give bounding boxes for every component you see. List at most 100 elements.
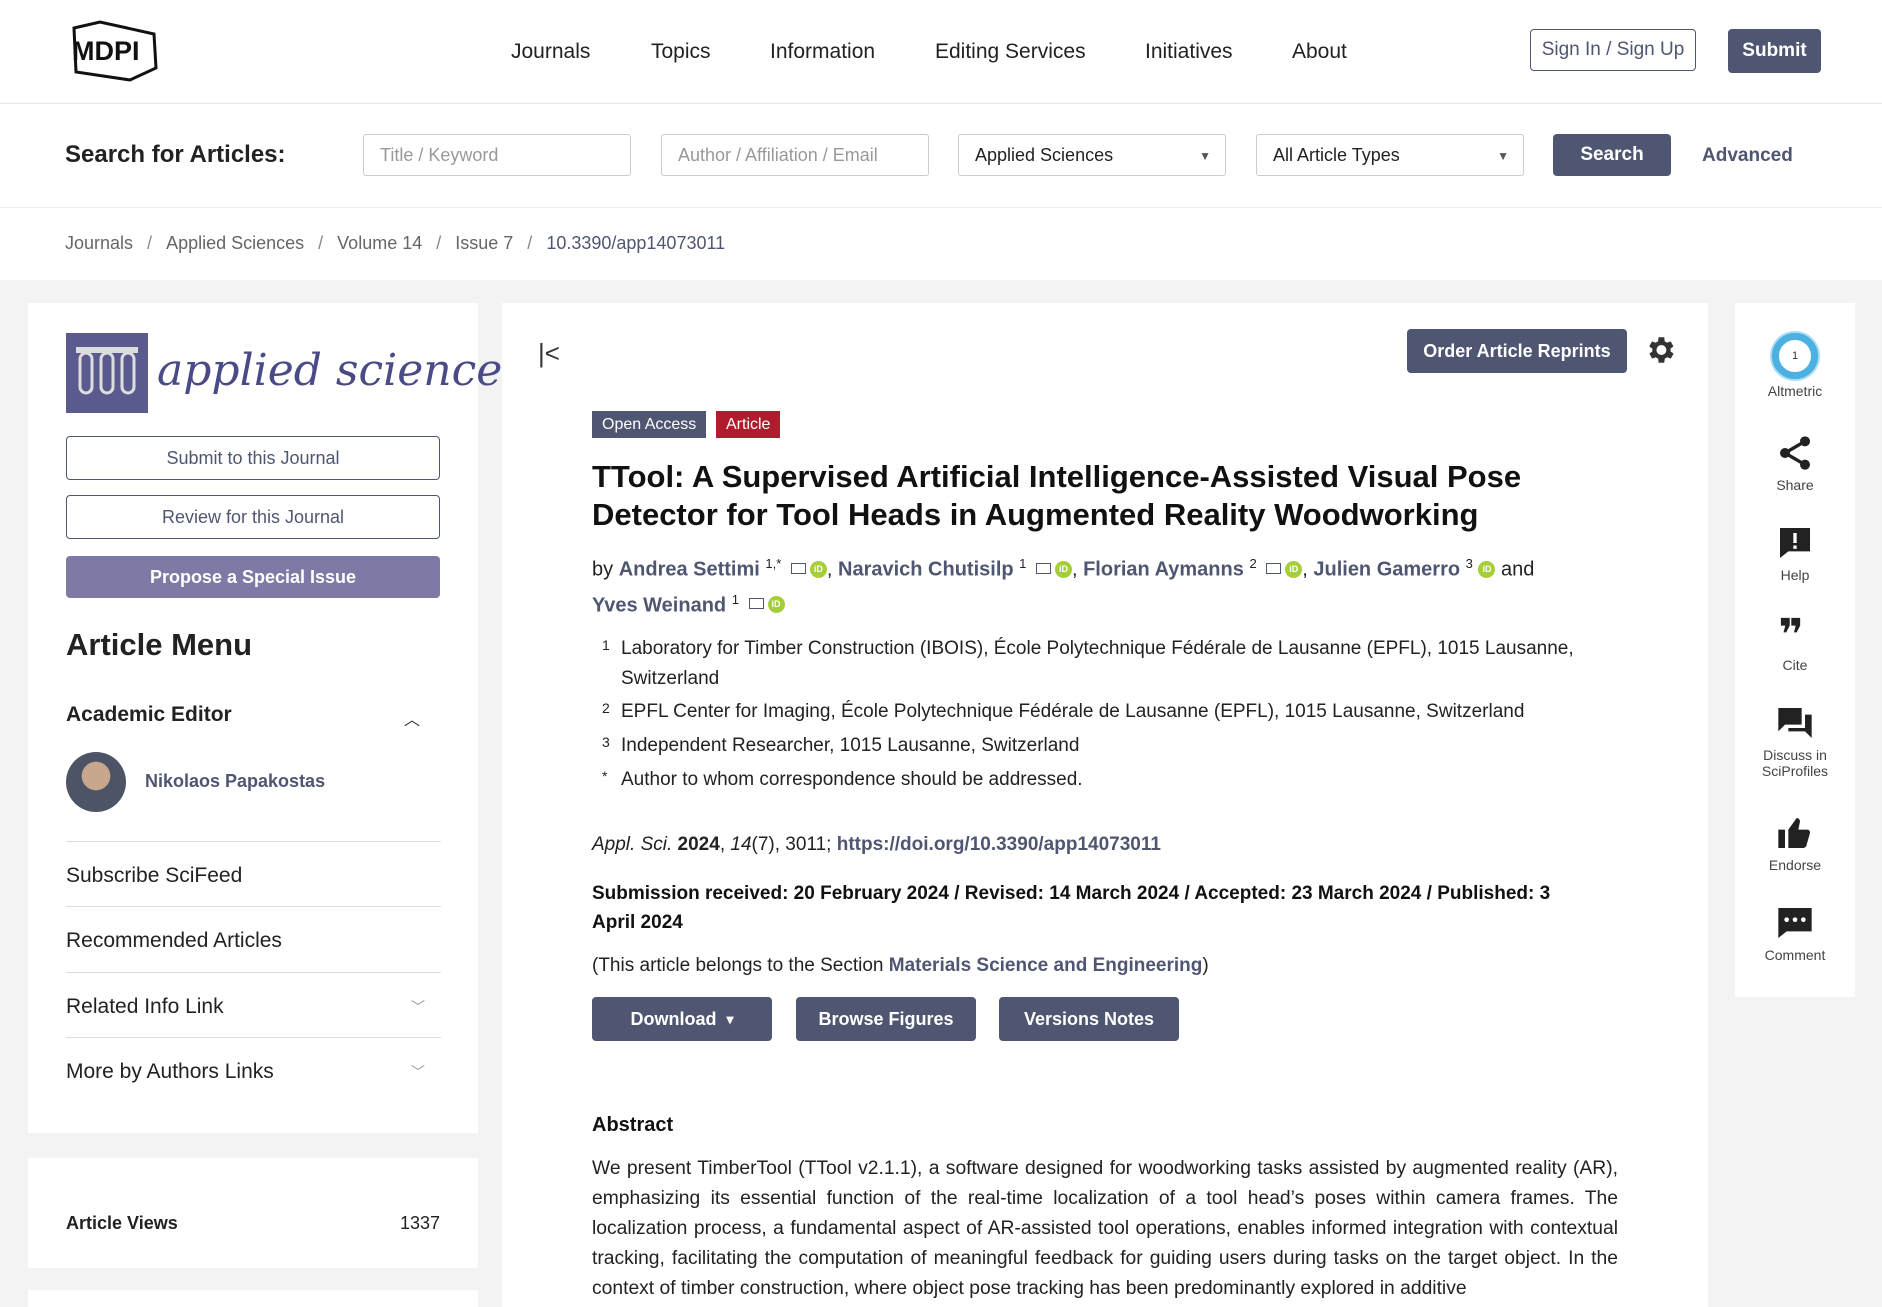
mail-icon[interactable] [1035, 562, 1051, 574]
review-for-journal-button[interactable]: Review for this Journal [66, 495, 440, 539]
affiliation-num: 3 [602, 734, 610, 750]
citation-issue: (7), 3011; [751, 834, 837, 855]
breadcrumb: Journals / Applied Sciences / Volume 14/Issu… [65, 233, 726, 253]
browse-figures-button[interactable]: Browse Figures [796, 997, 976, 1041]
abstract-text: We present TimberTool (TTool v2.1.1), a … [592, 1158, 1618, 1299]
help-label: Help [1780, 567, 1810, 583]
article-menu-title: Article Menu [66, 627, 253, 662]
mail-icon[interactable] [1266, 562, 1282, 574]
nav-editing-services[interactable]: Editing Services [935, 40, 1086, 64]
article-dates: Submission received: 20 February 2024 / … [592, 883, 1551, 933]
breadcrumb-issue[interactable]: Issue 7 [455, 233, 513, 253]
menu-subscribe-scifeed[interactable]: Subscribe SciFeed [66, 841, 441, 905]
journal-logo-icon[interactable] [66, 333, 148, 413]
menu-item-label: More by Authors Links [66, 1060, 274, 1083]
download-button[interactable]: Download ▾ [592, 997, 772, 1041]
mail-icon[interactable] [790, 562, 806, 574]
author-link[interactable]: Andrea Settimi [619, 559, 760, 581]
author-list: by Andrea Settimi 1,* iD, Naravich Chuti… [592, 556, 1535, 617]
menu-recommended-articles[interactable]: Recommended Articles [66, 906, 441, 970]
mdpi-logo[interactable]: MDPI [64, 20, 164, 82]
altmetric-widget[interactable]: 1 Altmetric [1735, 333, 1855, 399]
quote-icon: ❞ [1778, 613, 1803, 653]
editor-name[interactable]: Nikolaos Papakostas [145, 771, 325, 792]
article-views-value: 1337 [400, 1213, 441, 1233]
article-title: TTool: A Supervised Artificial Intellige… [592, 459, 1522, 532]
by-label: by [592, 558, 614, 581]
menu-item-label: Recommended Articles [66, 929, 282, 952]
article-type-select[interactable]: All Article Types ▼ [1256, 134, 1524, 176]
affiliation-num: * [602, 768, 608, 784]
citation-line: Appl. Sci. 2024, 14(7), 3011; https://do… [592, 834, 1161, 855]
orcid-icon[interactable]: iD [1478, 560, 1496, 578]
propose-special-issue-button[interactable]: Propose a Special Issue [66, 556, 440, 598]
academic-editor-header[interactable]: Academic Editor [66, 703, 232, 727]
endorse-button[interactable]: Endorse [1735, 813, 1855, 873]
submit-to-journal-button[interactable]: Submit to this Journal [66, 436, 440, 480]
orcid-icon[interactable]: iD [1054, 560, 1072, 578]
breadcrumb-doi[interactable]: 10.3390/app14073011 [546, 233, 725, 253]
article-type-badge: Article [716, 411, 781, 438]
author-link[interactable]: Naravich Chutisilp [838, 559, 1014, 581]
mail-icon[interactable] [748, 598, 764, 610]
breadcrumb-volume[interactable]: Volume 14 [337, 233, 422, 253]
comment-button[interactable]: Comment [1735, 903, 1855, 963]
editor-avatar [66, 752, 126, 812]
share-icon [1780, 436, 1810, 470]
affiliation: 1 Laboratory for Timber Construction (IBO… [602, 634, 1642, 694]
share-label: Share [1776, 477, 1814, 493]
orcid-icon[interactable]: iD [767, 596, 785, 614]
author-sup: 2 [1249, 556, 1257, 571]
doi-link[interactable]: https://doi.org/10.3390/app14073011 [837, 834, 1161, 855]
abstract-heading: Abstract [592, 1114, 674, 1136]
section-link[interactable]: Materials Science and Engineering [889, 955, 1203, 976]
advanced-search-link[interactable]: Advanced [1702, 145, 1793, 167]
sign-in-button[interactable]: Sign In / Sign Up [1530, 29, 1696, 71]
author-link[interactable]: Julien Gamerro [1313, 559, 1460, 581]
nav-journals[interactable]: Journals [511, 40, 590, 64]
citation-year: 2024 [677, 834, 720, 855]
journal-select[interactable]: Applied Sciences ▼ [958, 134, 1226, 176]
nav-about[interactable]: About [1292, 40, 1347, 64]
nav-initiatives[interactable]: Initiatives [1145, 40, 1233, 64]
nav-information[interactable]: Information [770, 40, 875, 64]
author-sup: 1 [1019, 556, 1027, 571]
breadcrumb-journal[interactable]: Applied Sciences [166, 233, 304, 253]
svg-text:❞: ❞ [1778, 613, 1803, 653]
author-link[interactable]: Yves Weinand [592, 594, 726, 616]
keyword-input[interactable] [363, 134, 631, 176]
journal-name[interactable]: applied sciences [157, 345, 525, 396]
nav-topics[interactable]: Topics [651, 40, 711, 64]
breadcrumb-journals[interactable]: Journals [65, 233, 133, 253]
section-line: (This article belongs to the Section Mat… [592, 955, 1209, 977]
author-link[interactable]: Florian Aymanns [1083, 559, 1244, 581]
cite-label: Cite [1782, 657, 1808, 673]
affiliation: * Author to whom correspondence should be… [602, 765, 1642, 795]
and-label: and [1501, 558, 1535, 581]
affiliation-num: 2 [602, 700, 610, 716]
discuss-label: Discuss in SciProfiles [1761, 747, 1829, 779]
author-sup: 3 [1465, 556, 1473, 571]
orcid-icon[interactable]: iD [809, 560, 827, 578]
menu-related-info-link[interactable]: Related Info Link ﹀ [66, 972, 441, 1036]
versions-notes-button[interactable]: Versions Notes [999, 997, 1179, 1041]
share-button[interactable]: Share [1735, 433, 1855, 493]
menu-more-by-authors[interactable]: More by Authors Links ﹀ [66, 1037, 441, 1101]
author-input[interactable] [661, 134, 929, 176]
cite-button[interactable]: ❞ Cite [1735, 613, 1855, 673]
chevron-down-icon: ﹀ [411, 999, 425, 1015]
orcid-icon[interactable]: iD [1285, 560, 1303, 578]
chevron-up-icon[interactable]: ︿ [404, 706, 420, 730]
help-button[interactable]: Help [1735, 523, 1855, 583]
search-button[interactable]: Search [1553, 134, 1671, 176]
collapse-sidebar-icon[interactable]: |< [538, 338, 560, 369]
discuss-button[interactable]: Discuss in SciProfiles [1735, 703, 1855, 779]
submit-button[interactable]: Submit [1728, 29, 1821, 73]
open-access-badge: Open Access [592, 411, 707, 438]
affiliation: 3 Independent Researcher, 1015 Lausanne, … [602, 731, 1642, 761]
download-label: Download [630, 1008, 717, 1029]
menu-item-label: Subscribe SciFeed [66, 864, 243, 887]
gear-icon[interactable] [1643, 333, 1677, 367]
altmetric-badge-icon: 1 [1772, 333, 1818, 379]
order-reprints-button[interactable]: Order Article Reprints [1407, 329, 1627, 373]
